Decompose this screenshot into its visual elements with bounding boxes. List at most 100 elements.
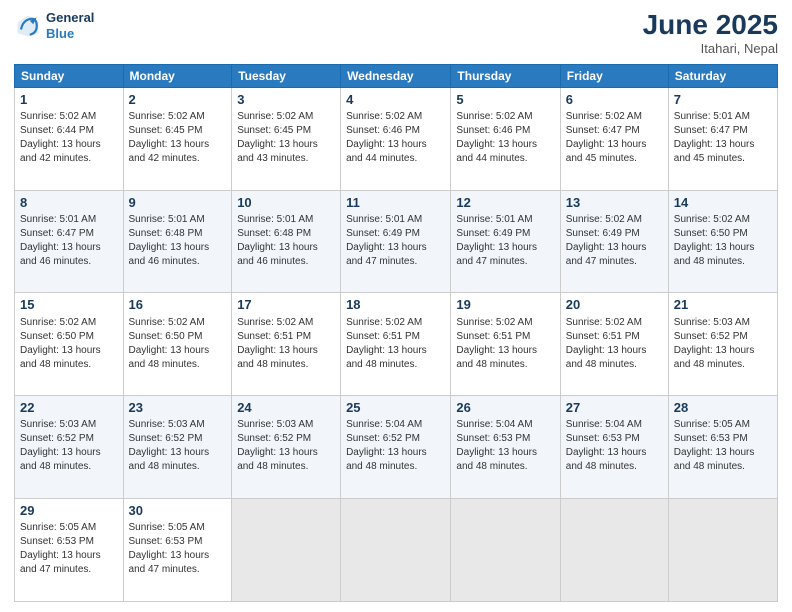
- sunset-text: Sunset: 6:44 PM: [20, 125, 94, 136]
- day-number: 24: [237, 399, 335, 417]
- calendar-cell: 28 Sunrise: 5:05 AM Sunset: 6:53 PM Dayligh…: [668, 396, 777, 499]
- day-number: 7: [674, 91, 772, 109]
- logo-text: General Blue: [46, 10, 94, 41]
- daylight-text: Daylight: 13 hours and 48 minutes.: [346, 345, 427, 370]
- day-number: 8: [20, 194, 118, 212]
- day-number: 1: [20, 91, 118, 109]
- day-number: 23: [129, 399, 227, 417]
- calendar-cell: 20Sunrise: 5:02 AMSunset: 6:51 PMDayligh…: [560, 293, 668, 396]
- day-number: 19: [456, 296, 554, 314]
- daylight-text: Daylight: 13 hours and 43 minutes.: [237, 139, 318, 164]
- sunrise-text: Sunrise: 5:02 AM: [456, 111, 532, 122]
- daylight-text: Daylight: 13 hours and 48 minutes.: [20, 447, 101, 472]
- day-number: 9: [129, 194, 227, 212]
- logo-icon: [14, 12, 42, 40]
- calendar-cell: 24Sunrise: 5:03 AMSunset: 6:52 PMDayligh…: [232, 396, 341, 499]
- daylight-text: Daylight: 13 hours and 48 minutes.: [129, 345, 210, 370]
- daylight-text: Daylight: 13 hours and 45 minutes.: [674, 139, 755, 164]
- sunset-text: Sunset: 6:46 PM: [346, 125, 420, 136]
- calendar-cell: 2Sunrise: 5:02 AMSunset: 6:45 PMDaylight…: [123, 87, 232, 190]
- weekday-header: Friday: [560, 64, 668, 87]
- calendar-week-row: 29Sunrise: 5:05 AMSunset: 6:53 PMDayligh…: [15, 499, 778, 602]
- logo-line2: Blue: [46, 26, 74, 41]
- day-number: 13: [566, 194, 663, 212]
- daylight-text: Daylight: 13 hours and 48 minutes.: [566, 345, 647, 370]
- sunrise-text: Sunrise: 5:03 AM: [674, 317, 750, 328]
- sunset-text: Sunset: 6:50 PM: [129, 331, 203, 342]
- sunset-text: Sunset: 6:47 PM: [566, 125, 640, 136]
- calendar-week-row: 8 Sunrise: 5:01 AM Sunset: 6:47 PM Daylight…: [15, 190, 778, 293]
- calendar-cell: 6 Sunrise: 5:02 AM Sunset: 6:47 PM Daylight…: [560, 87, 668, 190]
- weekday-header: Saturday: [668, 64, 777, 87]
- daylight-text: Daylight: 13 hours and 46 minutes.: [20, 242, 101, 267]
- daylight-text: Daylight: 13 hours and 44 minutes.: [346, 139, 427, 164]
- sunset-text: Sunset: 6:51 PM: [566, 331, 640, 342]
- sunset-text: Sunset: 6:51 PM: [346, 331, 420, 342]
- daylight-text: Daylight: 13 hours and 47 minutes.: [20, 550, 101, 575]
- day-number: 16: [129, 296, 227, 314]
- calendar-cell: 22Sunrise: 5:03 AMSunset: 6:52 PMDayligh…: [15, 396, 124, 499]
- daylight-text: Daylight: 13 hours and 48 minutes.: [237, 447, 318, 472]
- calendar-cell: 27Sunrise: 5:04 AMSunset: 6:53 PMDayligh…: [560, 396, 668, 499]
- calendar-cell: [341, 499, 451, 602]
- sunset-text: Sunset: 6:45 PM: [129, 125, 203, 136]
- sunrise-text: Sunrise: 5:01 AM: [346, 214, 422, 225]
- sunrise-text: Sunrise: 5:02 AM: [346, 317, 422, 328]
- daylight-text: Daylight: 13 hours and 47 minutes.: [456, 242, 537, 267]
- calendar-cell: 19Sunrise: 5:02 AMSunset: 6:51 PMDayligh…: [451, 293, 560, 396]
- day-number: 15: [20, 296, 118, 314]
- day-number: 11: [346, 194, 445, 212]
- day-number: 14: [674, 194, 772, 212]
- sunset-text: Sunset: 6:47 PM: [20, 228, 94, 239]
- calendar-cell: 26Sunrise: 5:04 AMSunset: 6:53 PMDayligh…: [451, 396, 560, 499]
- day-number: 6: [566, 91, 663, 109]
- day-number: 2: [129, 91, 227, 109]
- weekday-row: SundayMondayTuesdayWednesdayThursdayFrid…: [15, 64, 778, 87]
- day-number: 28: [674, 399, 772, 417]
- day-number: 30: [129, 502, 227, 520]
- calendar-cell: 21Sunrise: 5:03 AMSunset: 6:52 PMDayligh…: [668, 293, 777, 396]
- sunset-text: Sunset: 6:53 PM: [674, 433, 748, 444]
- calendar-cell: [560, 499, 668, 602]
- month-title: June 2025: [643, 10, 778, 41]
- weekday-header: Tuesday: [232, 64, 341, 87]
- day-number: 27: [566, 399, 663, 417]
- sunrise-text: Sunrise: 5:05 AM: [674, 419, 750, 430]
- daylight-text: Daylight: 13 hours and 48 minutes.: [237, 345, 318, 370]
- sunset-text: Sunset: 6:52 PM: [674, 331, 748, 342]
- calendar-cell: 14Sunrise: 5:02 AMSunset: 6:50 PMDayligh…: [668, 190, 777, 293]
- daylight-text: Daylight: 13 hours and 48 minutes.: [674, 345, 755, 370]
- day-number: 18: [346, 296, 445, 314]
- sunrise-text: Sunrise: 5:02 AM: [456, 317, 532, 328]
- sunset-text: Sunset: 6:46 PM: [456, 125, 530, 136]
- sunset-text: Sunset: 6:47 PM: [674, 125, 748, 136]
- weekday-header: Wednesday: [341, 64, 451, 87]
- sunrise-text: Sunrise: 5:04 AM: [566, 419, 642, 430]
- sunset-text: Sunset: 6:49 PM: [566, 228, 640, 239]
- calendar-cell: 17Sunrise: 5:02 AMSunset: 6:51 PMDayligh…: [232, 293, 341, 396]
- daylight-text: Daylight: 13 hours and 48 minutes.: [674, 447, 755, 472]
- calendar-cell: 11Sunrise: 5:01 AMSunset: 6:49 PMDayligh…: [341, 190, 451, 293]
- sunrise-text: Sunrise: 5:02 AM: [129, 111, 205, 122]
- sunrise-text: Sunrise: 5:05 AM: [20, 522, 96, 533]
- calendar-cell: 15Sunrise: 5:02 AMSunset: 6:50 PMDayligh…: [15, 293, 124, 396]
- sunset-text: Sunset: 6:50 PM: [674, 228, 748, 239]
- calendar-cell: 23Sunrise: 5:03 AMSunset: 6:52 PMDayligh…: [123, 396, 232, 499]
- sunrise-text: Sunrise: 5:01 AM: [129, 214, 205, 225]
- day-number: 26: [456, 399, 554, 417]
- calendar-cell: 29Sunrise: 5:05 AMSunset: 6:53 PMDayligh…: [15, 499, 124, 602]
- daylight-text: Daylight: 13 hours and 46 minutes.: [237, 242, 318, 267]
- day-number: 25: [346, 399, 445, 417]
- calendar-cell: [232, 499, 341, 602]
- sunrise-text: Sunrise: 5:03 AM: [237, 419, 313, 430]
- sunset-text: Sunset: 6:53 PM: [566, 433, 640, 444]
- day-number: 22: [20, 399, 118, 417]
- sunrise-text: Sunrise: 5:02 AM: [566, 214, 642, 225]
- daylight-text: Daylight: 13 hours and 45 minutes.: [566, 139, 647, 164]
- daylight-text: Daylight: 13 hours and 46 minutes.: [129, 242, 210, 267]
- daylight-text: Daylight: 13 hours and 47 minutes.: [566, 242, 647, 267]
- calendar-table: SundayMondayTuesdayWednesdayThursdayFrid…: [14, 64, 778, 602]
- sunset-text: Sunset: 6:53 PM: [20, 536, 94, 547]
- day-number: 10: [237, 194, 335, 212]
- sunrise-text: Sunrise: 5:02 AM: [566, 111, 642, 122]
